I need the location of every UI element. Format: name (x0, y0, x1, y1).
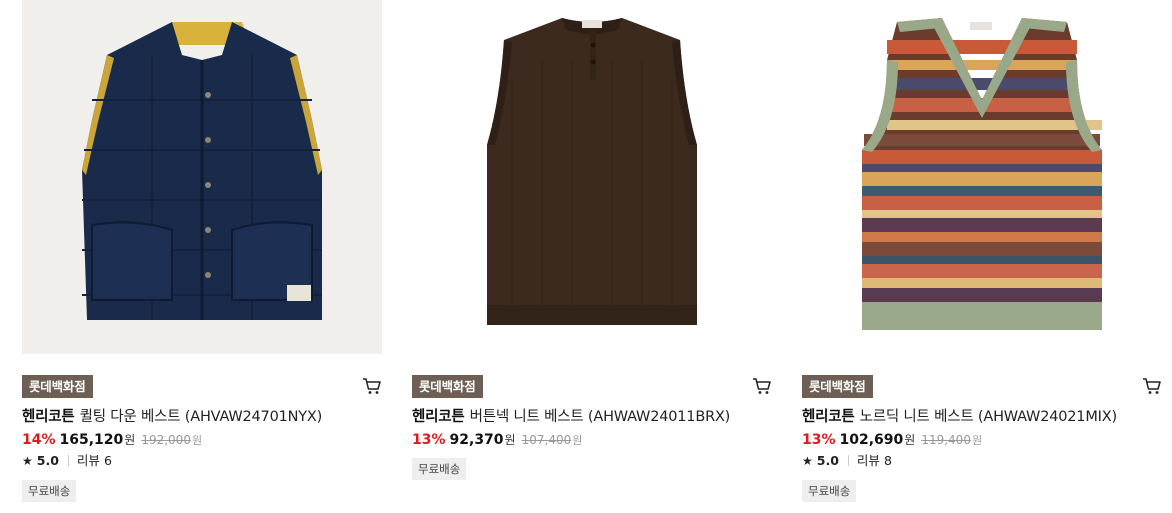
product-card[interactable]: 롯데백화점 헨리코튼 버튼넥 니트 베스트 (AHWAW24011BRX) 13%… (412, 0, 772, 480)
discount-rate: 14% (22, 432, 56, 448)
rating-row: ★ 5.0 리뷰 6 (22, 452, 382, 470)
store-row: 롯데백화점 (22, 375, 382, 398)
discount-rate: 13% (802, 432, 836, 448)
product-card[interactable]: 롯데백화점 헨리코튼 퀼팅 다운 베스트 (AHVAW24701NYX) 14% 1… (22, 0, 382, 502)
cart-icon[interactable] (752, 377, 772, 395)
currency-unit: 원 (904, 433, 916, 447)
review-label: 리뷰 (856, 453, 880, 468)
brand-name: 헨리코튼 (22, 409, 75, 425)
star-icon: ★ (802, 454, 813, 468)
original-price: 119,400 (921, 433, 971, 447)
original-price: 107,400 (521, 433, 572, 447)
brown-button-neck-knit-vest-image (412, 0, 772, 354)
rating-value: 5.0 (36, 453, 59, 468)
review-count: 6 (103, 453, 112, 468)
product-image[interactable] (22, 0, 382, 354)
sale-price: 92,370 (449, 432, 504, 448)
divider (67, 455, 69, 466)
original-currency-unit: 원 (971, 434, 983, 447)
sale-price: 165,120 (59, 432, 124, 448)
discount-rate: 13% (412, 432, 446, 448)
product-grid: 롯데백화점 헨리코튼 퀼팅 다운 베스트 (AHVAW24701NYX) 14% 1… (0, 0, 1172, 513)
review-label: 리뷰 (76, 453, 100, 468)
store-row: 롯데백화점 (412, 375, 772, 398)
product-name: 퀼팅 다운 베스트 (AHVAW24701NYX) (79, 409, 323, 425)
cart-icon[interactable] (362, 377, 382, 395)
rating-row: ★ 5.0 리뷰 8 (802, 452, 1162, 470)
price-row: 13% 92,370원 107,400원 (412, 430, 772, 451)
price-row: 14% 165,120원 192,000원 (22, 430, 382, 451)
product-title[interactable]: 헨리코튼 퀼팅 다운 베스트 (AHVAW24701NYX) (22, 408, 382, 427)
product-title[interactable]: 헨리코튼 버튼넥 니트 베스트 (AHWAW24011BRX) (412, 408, 772, 427)
original-currency-unit: 원 (191, 434, 203, 447)
currency-unit: 원 (124, 433, 136, 447)
currency-unit: 원 (504, 433, 516, 447)
free-shipping-badge: 무료배송 (802, 480, 857, 502)
navy-quilted-down-vest-image (22, 0, 382, 354)
product-image[interactable] (802, 0, 1162, 354)
product-title[interactable]: 헨리코튼 노르딕 니트 베스트 (AHWAW24021MIX) (802, 408, 1162, 427)
free-shipping-badge: 무료배송 (412, 458, 467, 480)
review-count: 8 (883, 453, 892, 468)
product-name: 노르딕 니트 베스트 (AHWAW24021MIX) (859, 409, 1118, 425)
original-price: 192,000 (141, 433, 191, 447)
store-row: 롯데백화점 (802, 375, 1162, 398)
divider (847, 455, 849, 466)
brand-name: 헨리코튼 (802, 409, 855, 425)
cart-icon[interactable] (1142, 377, 1162, 395)
free-shipping-badge: 무료배송 (22, 480, 77, 502)
original-currency-unit: 원 (572, 434, 583, 447)
price-row: 13% 102,690원 119,400원 (802, 430, 1162, 451)
rating-value: 5.0 (816, 453, 839, 468)
store-badge: 롯데백화점 (22, 375, 93, 398)
product-name: 버튼넥 니트 베스트 (AHWAW24011BRX) (469, 409, 731, 425)
product-card[interactable]: 롯데백화점 헨리코튼 노르딕 니트 베스트 (AHWAW24021MIX) 13%… (802, 0, 1162, 502)
sale-price: 102,690 (839, 432, 904, 448)
brand-name: 헨리코튼 (412, 409, 465, 425)
nordic-pattern-knit-vest-image (802, 0, 1162, 354)
star-icon: ★ (22, 454, 33, 468)
store-badge: 롯데백화점 (412, 375, 483, 398)
product-image[interactable] (412, 0, 772, 354)
store-badge: 롯데백화점 (802, 375, 873, 398)
